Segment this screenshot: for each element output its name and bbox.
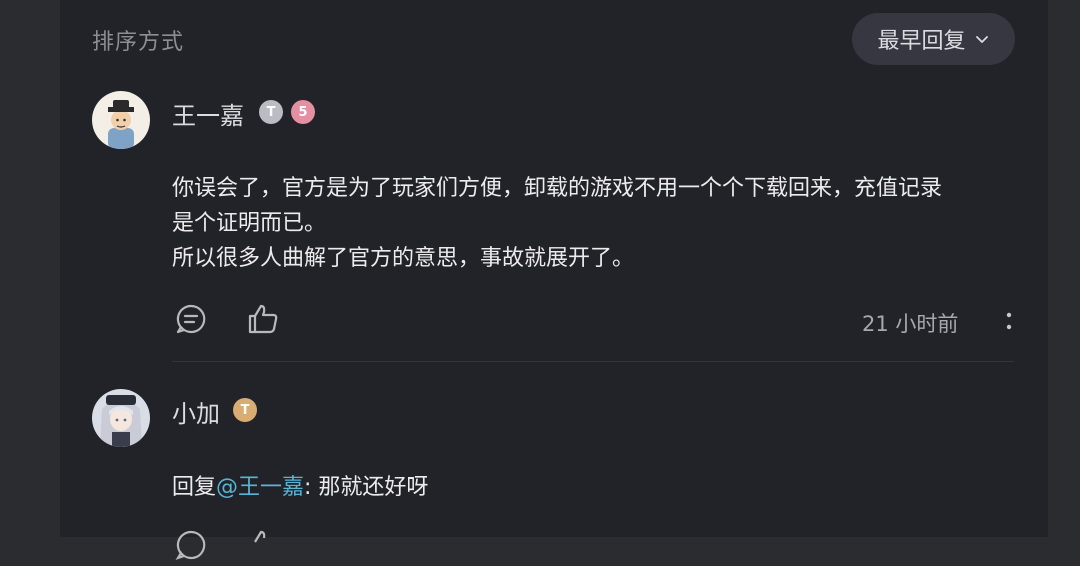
reply-icon[interactable] <box>174 528 208 562</box>
reply-icon[interactable] <box>174 302 208 336</box>
reply-prefix: 回复 <box>172 475 217 500</box>
like-icon[interactable] <box>246 302 280 336</box>
divider <box>172 361 1014 362</box>
tier-badge-icon: T <box>233 398 257 422</box>
chevron-down-icon <box>974 31 990 47</box>
more-options-icon[interactable] <box>1002 307 1016 335</box>
comment-panel: 排序方式 最早回复 王一嘉 T 5 你误会了，官方是为了玩家们方便，卸载的游戏不… <box>60 0 1048 560</box>
reply-text: : 那就还好呀 <box>304 475 429 500</box>
username[interactable]: 小加 <box>172 394 220 429</box>
sort-label: 排序方式 <box>92 30 185 55</box>
mention-link[interactable]: @王一嘉 <box>216 475 304 500</box>
avatar[interactable] <box>92 91 150 149</box>
sort-current-value: 最早回复 <box>877 29 966 54</box>
tier-badge-icon: T <box>259 100 283 124</box>
avatar[interactable] <box>92 389 150 447</box>
sort-dropdown-button[interactable]: 最早回复 <box>852 13 1015 65</box>
comment-body: 你误会了，官方是为了玩家们方便，卸载的游戏不用一个个下载回来，充值记录 是个证明… <box>172 171 1032 276</box>
comment-line: 所以很多人曲解了官方的意思，事故就展开了。 <box>172 246 635 271</box>
level-badge-icon: 5 <box>291 100 315 124</box>
username[interactable]: 王一嘉 <box>172 96 244 131</box>
like-icon[interactable] <box>246 528 280 562</box>
reply-body: 回复@王一嘉: 那就还好呀 <box>172 470 428 505</box>
timestamp: 21 小时前 <box>862 312 959 336</box>
comment-line: 是个证明而已。 <box>172 211 327 236</box>
comment-line: 你误会了，官方是为了玩家们方便，卸载的游戏不用一个个下载回来，充值记录 <box>172 176 943 201</box>
